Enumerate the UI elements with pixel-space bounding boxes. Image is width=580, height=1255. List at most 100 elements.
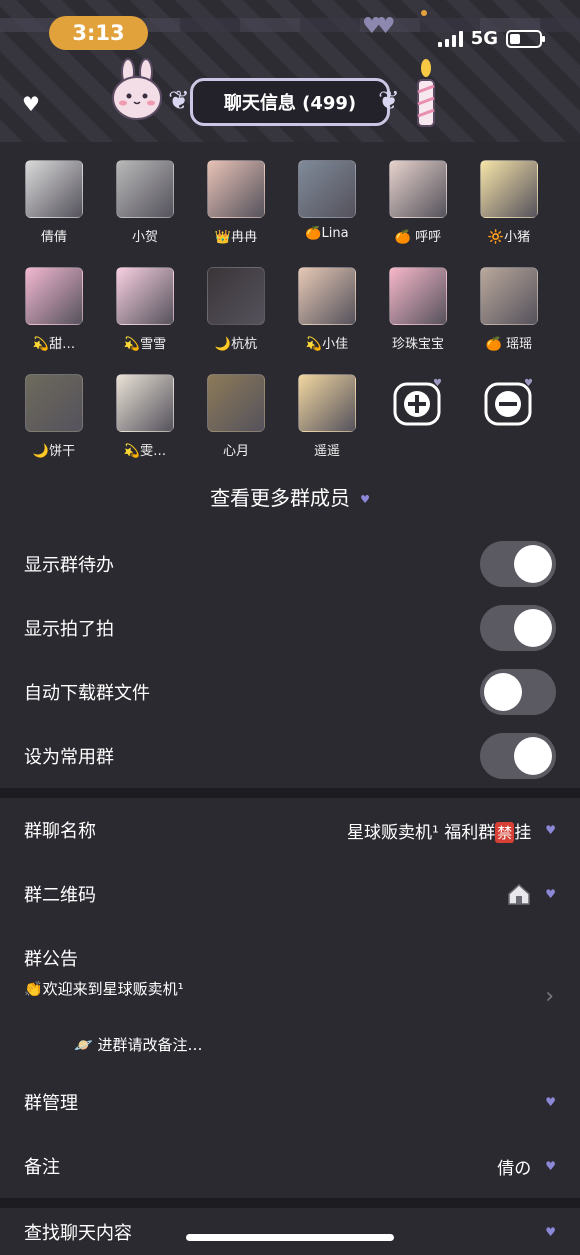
member-item[interactable]: 💫雪雪 [105, 267, 185, 352]
header: 3:13 ♥♥ 5G ♥ ❦ 聊天信息 (499) ❦ [0, 0, 580, 142]
avatar [298, 267, 356, 325]
avatar [116, 374, 174, 432]
toggle-auto-download[interactable] [480, 669, 556, 715]
row-group-name[interactable]: 群聊名称 星球贩卖机¹ 福利群禁挂 ♥ [0, 798, 580, 862]
view-more-label: 查看更多群成员 [210, 486, 351, 510]
chevron-right-icon[interactable]: › [545, 984, 554, 1009]
member-name: 💫小佳 [305, 337, 349, 352]
page-title: 聊天信息 (499) [190, 78, 390, 126]
home-indicator[interactable] [186, 1234, 394, 1241]
row-label: 显示群待办 [24, 555, 114, 576]
avatar [389, 160, 447, 218]
member-item[interactable]: 💫甜… [14, 267, 94, 352]
heart-chevron-icon: ♥ [545, 887, 556, 901]
heart-chevron-icon: ♥ [545, 1095, 556, 1109]
view-more-members-button[interactable]: 查看更多群成员 ♥ [0, 482, 580, 511]
avatar [25, 160, 83, 218]
member-item[interactable]: 小贺 [105, 160, 185, 245]
member-name: 🍊 呼呼 [394, 230, 442, 245]
toggle-show-todo[interactable] [480, 541, 556, 587]
row-label: 群公告 [24, 949, 78, 970]
member-name: 👑冉冉 [214, 230, 258, 245]
row-show-todo: 显示群待办 [0, 532, 580, 596]
qr-house-icon [508, 883, 530, 905]
member-item[interactable]: 🍊 呼呼 [378, 160, 458, 245]
heart-chevron-icon: ♥ [545, 823, 556, 837]
member-name: 心月 [222, 444, 249, 459]
avatar [207, 374, 265, 432]
avatar [116, 160, 174, 218]
status-icons: 5G [437, 28, 545, 49]
row-label: 群聊名称 [24, 821, 96, 842]
row-favorite-group: 设为常用群 [0, 724, 580, 788]
avatar [298, 374, 356, 432]
member-item[interactable]: 珍珠宝宝 [378, 267, 458, 352]
add-member-button[interactable]: ♥ [378, 374, 458, 436]
avatar [207, 160, 265, 218]
dot-decoration [421, 10, 427, 16]
member-item[interactable]: 💫小佳 [287, 267, 367, 352]
avatar [480, 267, 538, 325]
member-name: 倩倩 [40, 230, 67, 245]
row-group-manage[interactable]: 群管理 ♥ [0, 1070, 580, 1134]
status-time: 3:13 [49, 16, 148, 50]
bunny-sticker-icon [112, 58, 162, 120]
member-item[interactable]: 💫雯… [105, 374, 185, 459]
section-divider [0, 788, 580, 798]
member-name: 💫甜… [32, 337, 76, 352]
member-item[interactable]: 👑冉冉 [196, 160, 276, 245]
row-show-pat: 显示拍了拍 [0, 596, 580, 660]
avatar [25, 374, 83, 432]
hearts-decoration-icon: ♥♥ [362, 14, 396, 39]
wing-left-icon: ❦ [168, 86, 190, 116]
heart-chevron-icon: ♥ [545, 1224, 556, 1239]
avatar [207, 267, 265, 325]
member-item[interactable]: 🍊Lina [287, 160, 367, 241]
row-group-qr[interactable]: 群二维码 ♥ [0, 862, 580, 926]
toggle-show-pat[interactable] [480, 605, 556, 651]
group-name-value: 星球贩卖机¹ 福利群禁挂 [347, 821, 532, 843]
member-item[interactable]: 🔆小猪 [469, 160, 549, 245]
remark-value: 倩の [497, 1158, 532, 1179]
remove-member-button[interactable]: ♥ [469, 374, 549, 436]
notice-line-2: 🪐 进群请改备注… [74, 1036, 203, 1054]
member-name: 🍊 瑶瑶 [485, 337, 533, 352]
row-label: 自动下载群文件 [24, 683, 150, 704]
row-remark[interactable]: 备注 倩の ♥ [0, 1134, 580, 1198]
svg-text:♥: ♥ [524, 378, 533, 389]
row-label: 群管理 [24, 1093, 78, 1114]
heart-chevron-icon: ♥ [360, 493, 370, 506]
wing-right-icon: ❦ [378, 86, 400, 116]
member-item[interactable]: 遥遥 [287, 374, 367, 459]
row-label: 显示拍了拍 [24, 619, 114, 640]
member-item[interactable]: 倩倩 [14, 160, 94, 245]
row-label: 备注 [24, 1157, 60, 1178]
member-item[interactable]: 🍊 瑶瑶 [469, 267, 549, 352]
ban-badge: 禁 [495, 821, 515, 843]
minus-icon: ♥ [484, 378, 533, 426]
network-label: 5G [470, 28, 498, 49]
back-icon[interactable]: ♥ [22, 92, 40, 116]
avatar [298, 160, 356, 218]
member-name: 遥遥 [313, 444, 340, 459]
avatar [480, 160, 538, 218]
row-label: 群二维码 [24, 885, 96, 906]
avatar [389, 267, 447, 325]
member-name: 🔆小猪 [487, 230, 531, 245]
row-search-chat[interactable]: 查找聊天内容 ♥ [0, 1208, 580, 1255]
avatar [25, 267, 83, 325]
member-name: 🌙杭杭 [214, 337, 258, 352]
candle-sticker-icon [417, 59, 435, 127]
row-auto-download: 自动下载群文件 [0, 660, 580, 724]
section-divider [0, 1198, 580, 1208]
member-item[interactable]: 🌙杭杭 [196, 267, 276, 352]
member-name: 💫雯… [123, 444, 167, 459]
member-name: 💫雪雪 [123, 337, 167, 352]
member-name: 小贺 [131, 230, 158, 245]
plus-icon: ♥ [393, 378, 442, 426]
member-item[interactable]: 心月 [196, 374, 276, 459]
member-item[interactable]: 🌙饼干 [14, 374, 94, 459]
avatar [116, 267, 174, 325]
toggle-favorite-group[interactable] [480, 733, 556, 779]
notice-line-1: 👏欢迎来到星球贩卖机¹ [24, 980, 184, 998]
